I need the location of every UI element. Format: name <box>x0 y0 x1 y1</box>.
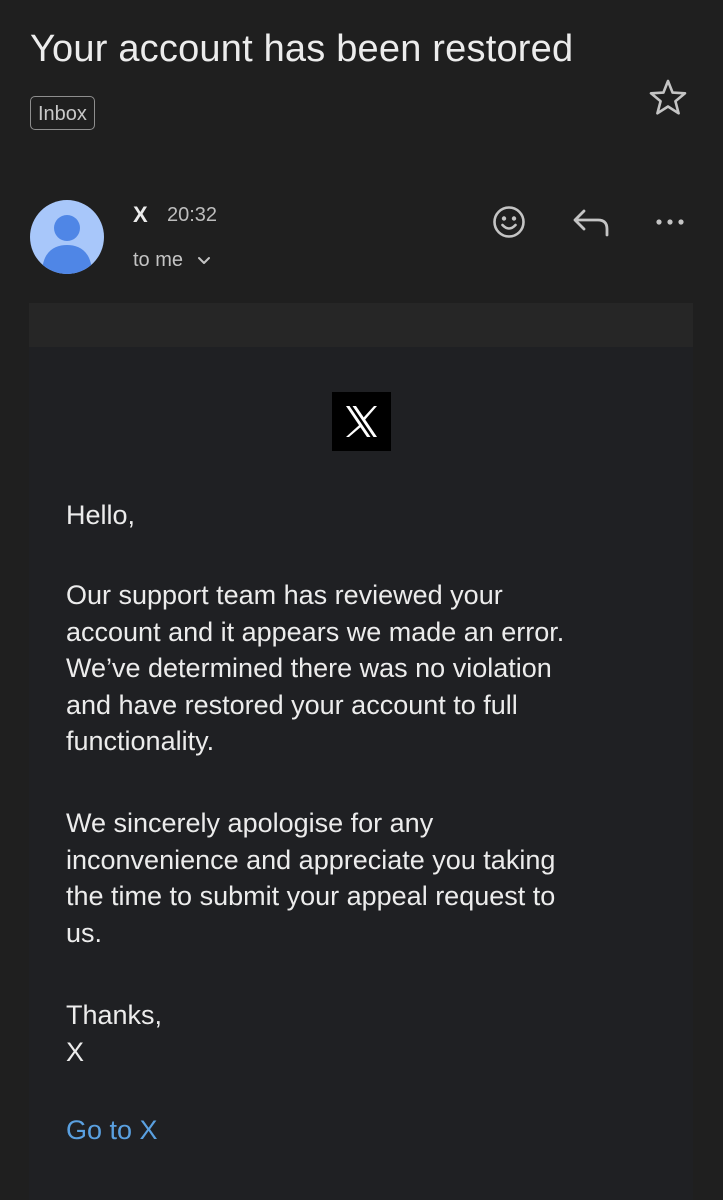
recipient-details-toggle[interactable]: to me <box>133 247 211 273</box>
person-icon <box>42 215 92 274</box>
more-options-icon[interactable] <box>648 200 692 244</box>
email-content-header-band <box>29 303 693 347</box>
go-to-x-link[interactable]: Go to X <box>66 1115 158 1146</box>
greeting: Hello, <box>66 500 136 530</box>
sender-name[interactable]: X <box>133 202 148 228</box>
chevron-down-icon <box>198 257 211 264</box>
email-subject: Your account has been restored <box>30 28 574 70</box>
reply-icon[interactable] <box>569 200 613 244</box>
star-icon[interactable] <box>646 76 690 120</box>
recipient-label: to me <box>133 248 184 271</box>
sign-off: Thanks, X <box>66 1000 163 1067</box>
smiley-icon[interactable] <box>487 200 531 244</box>
avatar[interactable] <box>30 200 104 274</box>
x-logo <box>332 392 391 451</box>
email-body: Hello, Our support team has reviewed you… <box>29 347 693 1200</box>
sent-time: 20:32 <box>167 204 218 226</box>
body-paragraph-apology: We sincerely apologise for any inconveni… <box>66 808 556 948</box>
email-content: Hello, Our support team has reviewed you… <box>29 303 693 1200</box>
label-chip-inbox[interactable]: Inbox <box>30 96 95 130</box>
body-paragraph-restored: Our support team has reviewed your accou… <box>66 580 565 756</box>
